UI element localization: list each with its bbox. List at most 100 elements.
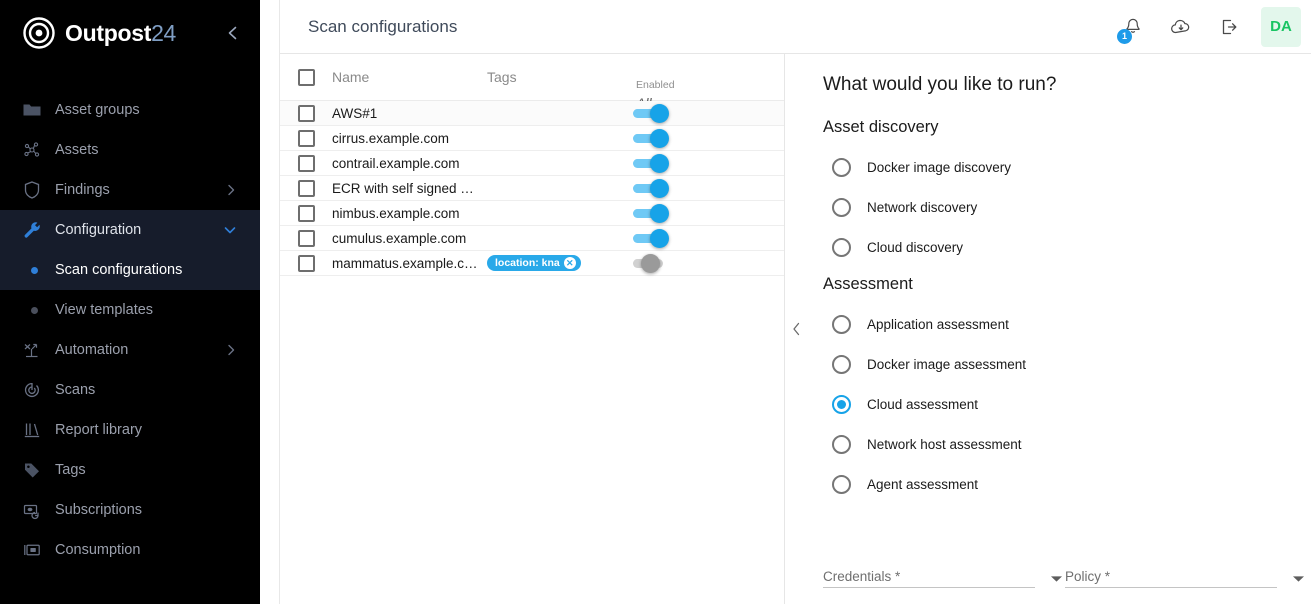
scan-configurations-table: Name Tags Enabled All AWS#1 bbox=[280, 53, 785, 604]
enabled-toggle[interactable] bbox=[633, 231, 669, 245]
radio-option-agent-assessment[interactable]: Agent assessment bbox=[823, 464, 1311, 504]
radio-label: Application assessment bbox=[867, 317, 1009, 332]
radio-icon[interactable] bbox=[832, 238, 851, 257]
sidebar-collapse-button[interactable] bbox=[220, 20, 246, 46]
row-name: nimbus.example.com bbox=[332, 206, 487, 221]
policy-select[interactable]: Policy * bbox=[1065, 562, 1277, 588]
radio-icon[interactable] bbox=[832, 158, 851, 177]
table-row[interactable]: AWS#1 bbox=[280, 101, 784, 126]
radio-label: Docker image discovery bbox=[867, 160, 1011, 175]
close-icon[interactable]: ✕ bbox=[564, 257, 576, 269]
sidebar-item-asset-groups[interactable]: Asset groups bbox=[0, 90, 260, 130]
sidebar-item-configuration[interactable]: Configuration bbox=[0, 210, 260, 250]
chevron-right-icon[interactable] bbox=[224, 343, 238, 357]
row-checkbox[interactable] bbox=[298, 205, 315, 222]
enabled-toggle[interactable] bbox=[633, 181, 669, 195]
run-options-panel: What would you like to run? Asset discov… bbox=[807, 53, 1311, 604]
sidebar-label: Scans bbox=[55, 382, 95, 398]
download-button[interactable] bbox=[1157, 3, 1205, 51]
row-enabled-cell bbox=[627, 231, 784, 245]
radio-option-docker-image-assessment[interactable]: Docker image assessment bbox=[823, 344, 1311, 384]
sidebar-item-tags[interactable]: Tags bbox=[0, 450, 260, 490]
radio-option-docker-image-discovery[interactable]: Docker image discovery bbox=[823, 147, 1311, 187]
sidebar-label: Findings bbox=[55, 182, 110, 198]
column-header-name[interactable]: Name bbox=[332, 69, 487, 85]
chevron-down-icon[interactable] bbox=[222, 222, 238, 238]
table-row[interactable]: cumulus.example.com bbox=[280, 226, 784, 251]
notification-badge: 1 bbox=[1117, 29, 1132, 44]
sidebar-item-view-templates[interactable]: View templates bbox=[0, 290, 260, 330]
notifications-button[interactable]: 1 bbox=[1109, 3, 1157, 51]
avatar[interactable]: DA bbox=[1261, 7, 1301, 47]
sidebar-label: Asset groups bbox=[55, 102, 140, 118]
outpost24-logo-icon bbox=[22, 16, 56, 50]
sidebar-label: Scan configurations bbox=[55, 262, 182, 278]
sidebar-item-automation[interactable]: Automation bbox=[0, 330, 260, 370]
brand-word: Outpost bbox=[65, 20, 151, 46]
row-checkbox[interactable] bbox=[298, 180, 315, 197]
sidebar: Outpost24 Asset groups bbox=[0, 0, 260, 604]
wrench-icon bbox=[22, 220, 46, 240]
row-checkbox[interactable] bbox=[298, 105, 315, 122]
table-row[interactable]: cirrus.example.com bbox=[280, 126, 784, 151]
row-name: contrail.example.com bbox=[332, 156, 487, 171]
row-checkbox[interactable] bbox=[298, 130, 315, 147]
logout-icon bbox=[1218, 16, 1240, 38]
radio-label: Network host assessment bbox=[867, 437, 1022, 452]
row-checkbox[interactable] bbox=[298, 155, 315, 172]
sidebar-item-report-library[interactable]: Report library bbox=[0, 410, 260, 450]
sidebar-item-scan-configurations[interactable]: Scan configurations bbox=[0, 250, 260, 290]
table-row[interactable]: contrail.example.com bbox=[280, 151, 784, 176]
table-row[interactable]: nimbus.example.com bbox=[280, 201, 784, 226]
chevron-right-icon[interactable] bbox=[224, 183, 238, 197]
row-enabled-cell bbox=[627, 256, 784, 270]
panel-collapse-button[interactable] bbox=[785, 53, 807, 604]
sidebar-item-subscriptions[interactable]: Subscriptions bbox=[0, 490, 260, 530]
enabled-toggle[interactable] bbox=[633, 106, 669, 120]
radio-option-cloud-assessment[interactable]: Cloud assessment bbox=[823, 384, 1311, 424]
radio-icon[interactable] bbox=[832, 198, 851, 217]
enabled-toggle[interactable] bbox=[633, 206, 669, 220]
row-checkbox[interactable] bbox=[298, 230, 315, 247]
table-row[interactable]: mammatus.example.c… location: kna ✕ bbox=[280, 251, 784, 276]
table-row[interactable]: ECR with self signed … bbox=[280, 176, 784, 201]
select-all-checkbox[interactable] bbox=[298, 69, 315, 86]
enabled-toggle[interactable] bbox=[633, 256, 669, 270]
radio-label: Docker image assessment bbox=[867, 357, 1026, 372]
row-enabled-cell bbox=[627, 106, 784, 120]
row-checkbox[interactable] bbox=[298, 255, 315, 272]
credentials-select[interactable]: Credentials * bbox=[823, 562, 1035, 588]
row-name: cirrus.example.com bbox=[332, 131, 487, 146]
sidebar-label: Report library bbox=[55, 422, 142, 438]
radio-icon[interactable] bbox=[832, 355, 851, 374]
enabled-toggle[interactable] bbox=[633, 131, 669, 145]
sidebar-label: View templates bbox=[55, 302, 153, 318]
radio-label: Cloud discovery bbox=[867, 240, 963, 255]
chevron-down-icon[interactable] bbox=[1292, 575, 1305, 583]
radio-option-network-host-assessment[interactable]: Network host assessment bbox=[823, 424, 1311, 464]
radio-icon[interactable] bbox=[832, 395, 851, 414]
sidebar-item-scans[interactable]: Scans bbox=[0, 370, 260, 410]
sidebar-nav: Asset groups Assets bbox=[0, 90, 260, 570]
logout-button[interactable] bbox=[1205, 3, 1253, 51]
radio-option-network-discovery[interactable]: Network discovery bbox=[823, 187, 1311, 227]
radio-option-application-assessment[interactable]: Application assessment bbox=[823, 304, 1311, 344]
select-all-cell bbox=[280, 69, 332, 86]
report-library-icon bbox=[22, 420, 46, 440]
sidebar-item-findings[interactable]: Findings bbox=[0, 170, 260, 210]
tag-chip[interactable]: location: kna ✕ bbox=[487, 255, 581, 271]
sidebar-item-assets[interactable]: Assets bbox=[0, 130, 260, 170]
chevron-down-icon[interactable] bbox=[1050, 575, 1063, 583]
radio-icon[interactable] bbox=[832, 475, 851, 494]
radio-icon[interactable] bbox=[832, 315, 851, 334]
automation-icon bbox=[22, 340, 46, 360]
radio-icon[interactable] bbox=[832, 435, 851, 454]
column-header-tags[interactable]: Tags bbox=[487, 69, 627, 85]
cloud-download-icon bbox=[1169, 15, 1193, 39]
sidebar-label: Configuration bbox=[55, 222, 141, 238]
chevron-left-icon bbox=[225, 25, 241, 41]
enabled-toggle[interactable] bbox=[633, 156, 669, 170]
radar-icon bbox=[22, 380, 46, 400]
radio-option-cloud-discovery[interactable]: Cloud discovery bbox=[823, 227, 1311, 267]
sidebar-item-consumption[interactable]: Consumption bbox=[0, 530, 260, 570]
